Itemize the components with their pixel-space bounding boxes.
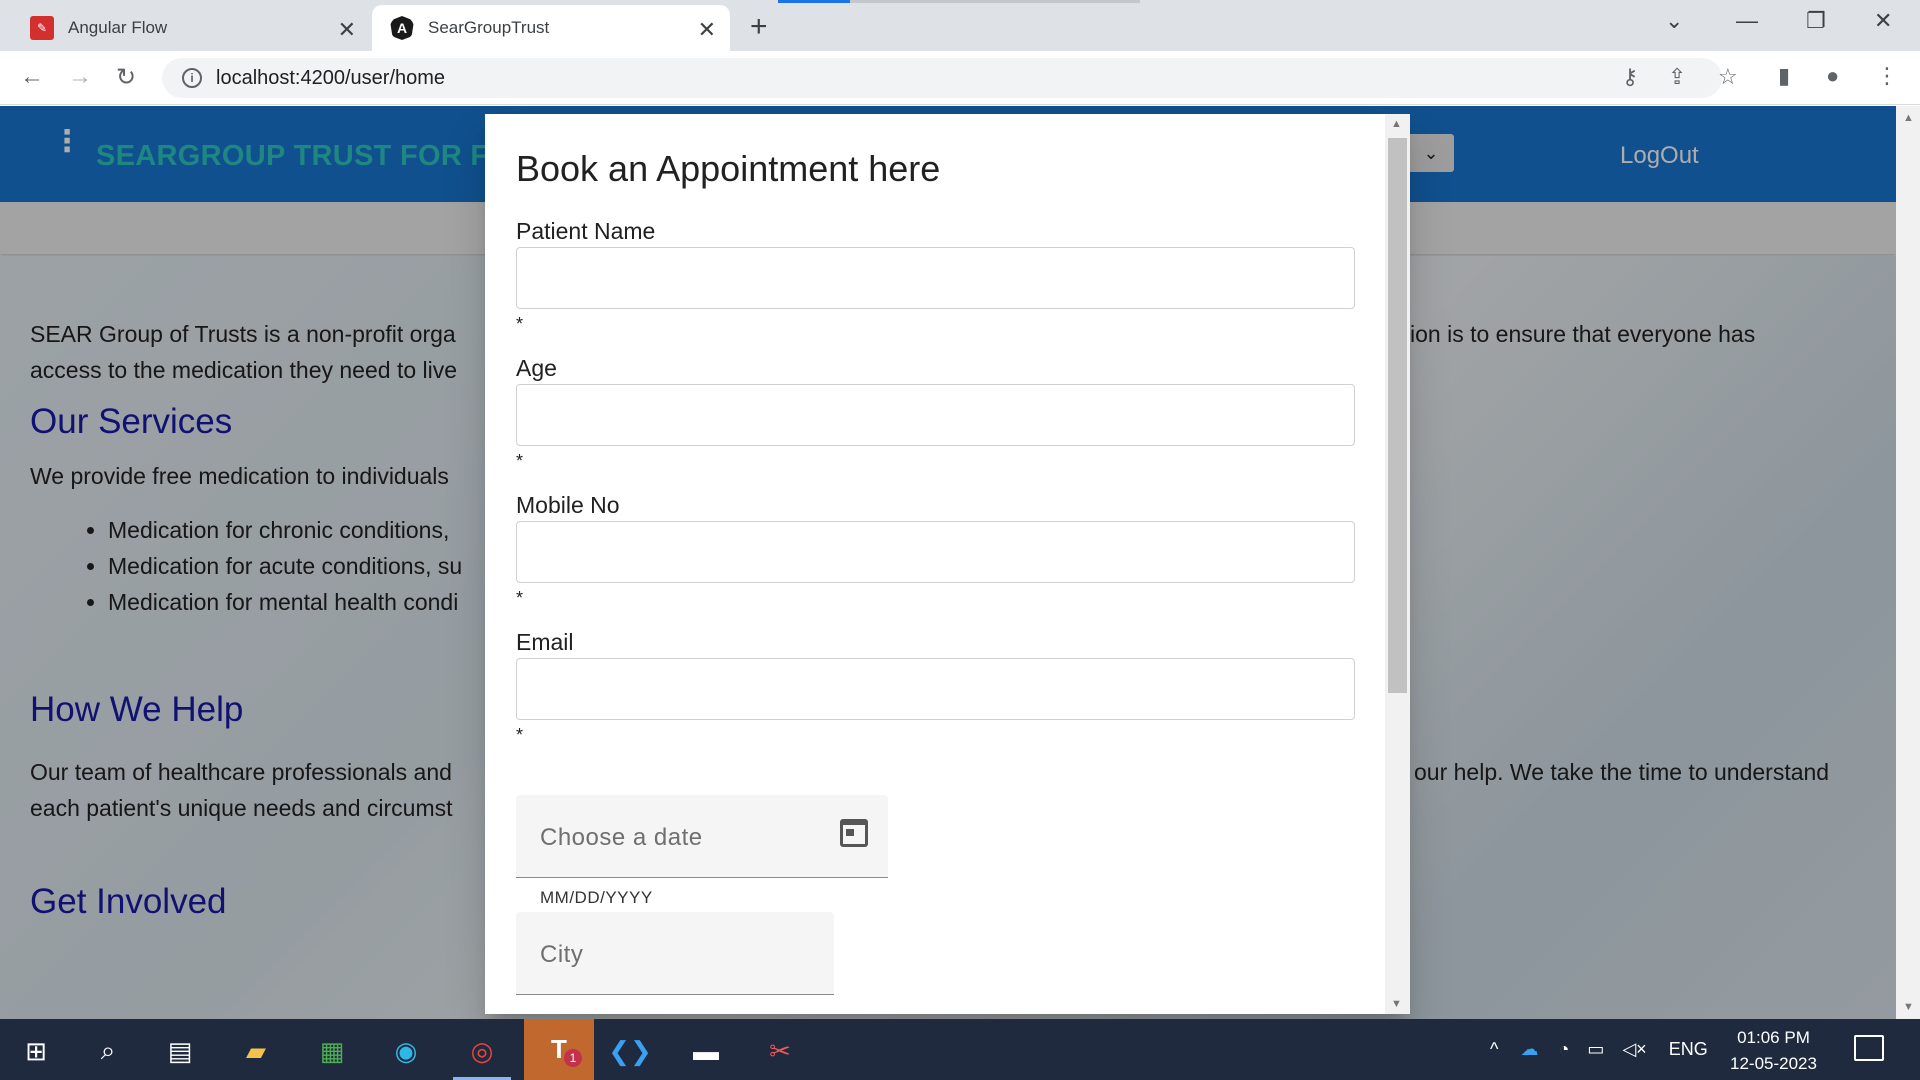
- loading-indicator: [778, 0, 850, 3]
- age-input[interactable]: [516, 384, 1355, 446]
- vscode-icon[interactable]: ❮❯: [608, 1029, 652, 1073]
- required-mark: *: [516, 314, 524, 334]
- windows-taskbar: ⊞ ⌕ ▤ ▰ ▦ ◉ ◎ T 1 ❮❯ ▬ ✂ ^ ☁ ◔ ▭ ◁× ENG …: [0, 1019, 1920, 1080]
- mobile-no-input[interactable]: [516, 521, 1355, 583]
- clock-time: 01:06 PM: [1737, 1028, 1810, 1047]
- reload-icon[interactable]: ↻: [116, 63, 136, 92]
- dialog-title: Book an Appointment here: [516, 148, 941, 189]
- terminal-icon[interactable]: ▬: [684, 1029, 728, 1073]
- restore-icon[interactable]: ❐: [1806, 8, 1826, 34]
- forward-icon[interactable]: →: [68, 63, 92, 91]
- task-view-icon[interactable]: ▤: [158, 1029, 202, 1073]
- battery-icon[interactable]: ▭: [1587, 1039, 1604, 1060]
- snipping-tool-icon[interactable]: ✂: [758, 1029, 802, 1073]
- chrome-icon[interactable]: ◎: [460, 1029, 504, 1073]
- share-icon[interactable]: ⇪: [1668, 64, 1686, 90]
- tab-search-icon[interactable]: ⌄: [1665, 8, 1683, 34]
- system-tray: ^ ☁ ◔ ▭ ◁× ENG: [1490, 1019, 1708, 1080]
- address-bar[interactable]: i localhost:4200/user/home ⚷ ⇪ ☆: [162, 58, 1738, 98]
- profile-avatar-icon[interactable]: ●: [1826, 63, 1839, 89]
- city-placeholder: City: [540, 941, 584, 968]
- windows-start-icon[interactable]: ⊞: [14, 1029, 58, 1073]
- tab-angular-flow[interactable]: ✎ Angular Flow ✕: [12, 5, 370, 51]
- scroll-down-icon[interactable]: ▼: [1391, 998, 1402, 1010]
- onedrive-icon[interactable]: ☁: [1520, 1039, 1538, 1060]
- browser-toolbar: ← → ↻ i localhost:4200/user/home ⚷ ⇪ ☆ ▮…: [0, 51, 1920, 105]
- site-info-icon[interactable]: i: [182, 68, 202, 88]
- scroll-up-icon[interactable]: ▲: [1391, 118, 1402, 130]
- browser-menu-icon[interactable]: ⋮: [1876, 63, 1898, 89]
- url-text: localhost:4200/user/home: [216, 66, 446, 89]
- teams-badge: 1: [564, 1049, 582, 1067]
- email-label: Email: [516, 629, 574, 655]
- language-indicator[interactable]: ENG: [1669, 1039, 1708, 1060]
- dialog-scrollbar[interactable]: ▲ ▼: [1385, 114, 1410, 1014]
- close-tab-icon[interactable]: ✕: [698, 17, 716, 43]
- date-picker-field[interactable]: Choose a date: [516, 795, 888, 878]
- password-key-icon[interactable]: ⚷: [1622, 64, 1638, 90]
- search-icon[interactable]: ⌕: [86, 1029, 130, 1073]
- browser-tab-strip: ✎ Angular Flow ✕ A SearGroupTrust ✕ + ⌄ …: [0, 0, 1920, 51]
- microsoft-store-icon[interactable]: ▦: [310, 1029, 354, 1073]
- angular-flow-icon: ✎: [30, 16, 54, 40]
- required-mark: *: [516, 451, 524, 471]
- notification-center-icon[interactable]: [1854, 1035, 1884, 1061]
- volume-muted-icon[interactable]: ◁×: [1622, 1039, 1646, 1060]
- angular-icon: A: [390, 16, 414, 40]
- scroll-up-icon[interactable]: ▲: [1903, 112, 1914, 124]
- scroll-down-icon[interactable]: ▼: [1903, 1001, 1914, 1013]
- email-input[interactable]: [516, 658, 1355, 720]
- patient-name-label: Patient Name: [516, 218, 656, 244]
- loading-track: [850, 0, 1140, 3]
- required-mark: *: [516, 588, 524, 608]
- age-label: Age: [516, 355, 557, 381]
- clock-date: 12-05-2023: [1730, 1054, 1817, 1073]
- calendar-icon[interactable]: [840, 819, 868, 847]
- page-scrollbar[interactable]: ▲ ▼: [1896, 106, 1920, 1019]
- date-format-hint: MM/DD/YYYY: [540, 888, 653, 907]
- city-field[interactable]: City: [516, 912, 834, 995]
- file-explorer-icon[interactable]: ▰: [234, 1029, 278, 1073]
- date-placeholder: Choose a date: [540, 824, 703, 851]
- appointment-dialog: Book an Appointment here Patient Name * …: [485, 114, 1410, 1014]
- teams-button[interactable]: T 1: [524, 1019, 594, 1080]
- bookmark-star-icon[interactable]: ☆: [1718, 64, 1738, 90]
- close-tab-icon[interactable]: ✕: [338, 17, 356, 43]
- close-window-icon[interactable]: ✕: [1874, 8, 1892, 34]
- tab-title: Angular Flow: [68, 18, 168, 37]
- new-tab-icon[interactable]: +: [750, 10, 768, 44]
- back-icon[interactable]: ←: [20, 63, 44, 91]
- clock[interactable]: 01:06 PM 12-05-2023: [1730, 1025, 1817, 1077]
- required-mark: *: [516, 725, 524, 745]
- show-hidden-icons-icon[interactable]: ^: [1490, 1039, 1498, 1060]
- side-panel-icon[interactable]: ▮: [1778, 63, 1790, 89]
- tab-seargrouptrust[interactable]: A SearGroupTrust ✕: [372, 5, 730, 51]
- edge-icon[interactable]: ◉: [384, 1029, 428, 1073]
- scrollbar-thumb[interactable]: [1388, 138, 1407, 693]
- patient-name-input[interactable]: [516, 247, 1355, 309]
- wifi-icon[interactable]: ◔: [1558, 1039, 1569, 1060]
- tab-title: SearGroupTrust: [428, 18, 550, 37]
- minimize-icon[interactable]: —: [1736, 8, 1758, 34]
- mobile-no-label: Mobile No: [516, 492, 620, 518]
